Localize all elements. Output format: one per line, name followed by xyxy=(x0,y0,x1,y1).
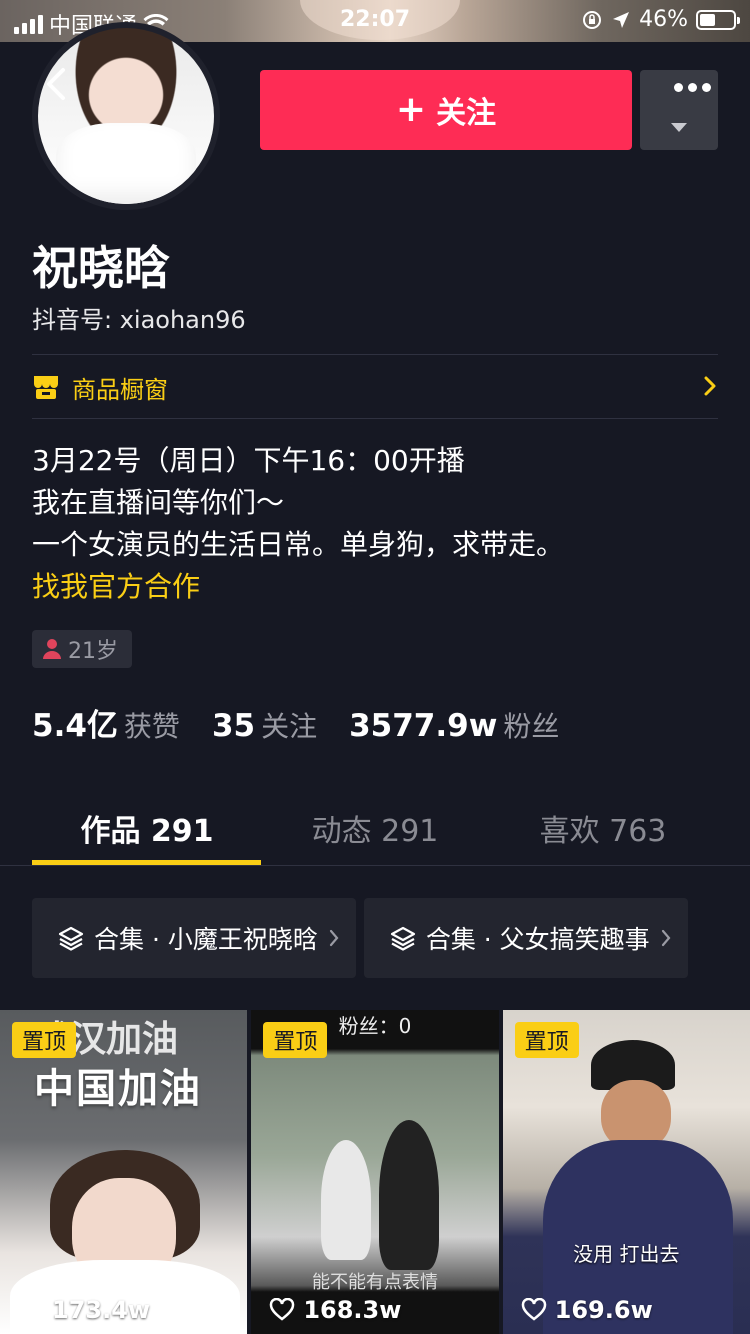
bio-line: 我在直播间等你们～ xyxy=(32,486,285,519)
heart-icon xyxy=(18,1298,44,1321)
stat-label: 关注 xyxy=(261,710,318,743)
likes-count: 168.3w xyxy=(303,1296,402,1324)
shop-window-row[interactable]: 商品橱窗 xyxy=(32,356,718,418)
pinned-badge: 置顶 xyxy=(514,1022,579,1058)
tab-works[interactable]: 作品 291 xyxy=(32,790,262,866)
more-options-button[interactable] xyxy=(662,62,722,112)
video-likes: 169.6w xyxy=(521,1296,653,1324)
stat-following[interactable]: 35 关注 xyxy=(212,705,317,745)
profile-name: 祝晓晗 xyxy=(32,241,170,295)
stat-followers[interactable]: 3577.9w 粉丝 xyxy=(349,705,559,745)
rotation-lock-icon xyxy=(583,10,602,29)
bio-line: 3月22号（周日）下午16：00开播 xyxy=(32,444,465,477)
content-tabs: 作品 291 动态 291 喜欢 763 xyxy=(0,790,750,866)
age-label: 21岁 xyxy=(68,639,118,664)
follow-label: 关注 xyxy=(436,96,497,131)
douyin-id: 抖音号: xiaohan96 xyxy=(32,306,246,334)
likes-count: 173.4w xyxy=(52,1296,151,1324)
divider xyxy=(32,418,718,419)
stat-value: 35 xyxy=(211,708,256,744)
tab-moments[interactable]: 动态 291 xyxy=(260,790,490,866)
stat-value: 3577.9w xyxy=(349,708,498,744)
stat-value: 5.4亿 xyxy=(32,708,118,744)
video-likes: 173.4w xyxy=(18,1296,150,1324)
collection-card[interactable]: 合集 · 父女搞笑趣事 xyxy=(363,898,688,978)
video-caption: 能不能有点表情 xyxy=(311,1272,438,1293)
follow-button[interactable]: + 关注 xyxy=(260,70,632,150)
bio-line: 一个女演员的生活日常。单身狗，求带走。 xyxy=(32,528,565,561)
chevron-right-icon xyxy=(704,376,716,396)
tab-liked[interactable]: 喜欢 763 xyxy=(488,790,718,866)
collection-label: 合集 · 父女搞笑趣事 xyxy=(425,925,650,954)
video-grid: 武汉加油 中国加油 置顶 173.4w 粉丝：0 能不能有点表情 置顶 168.… xyxy=(0,1010,750,1334)
video-likes: 168.3w xyxy=(269,1296,401,1324)
plus-icon: + xyxy=(395,89,427,130)
divider xyxy=(32,354,718,355)
pinned-badge: 置顶 xyxy=(263,1022,328,1058)
female-user-icon xyxy=(43,639,61,659)
business-contact-link[interactable]: 找我官方合作 xyxy=(32,566,564,608)
location-arrow-icon xyxy=(613,11,630,28)
age-tag: 21岁 xyxy=(32,630,132,668)
layers-icon xyxy=(390,926,415,951)
back-button[interactable] xyxy=(34,62,78,106)
chevron-left-icon xyxy=(47,68,65,100)
likes-count: 169.6w xyxy=(554,1296,653,1324)
caret-down-icon xyxy=(671,123,687,132)
collection-label: 合集 · 小魔王祝晓晗 xyxy=(94,925,318,954)
active-tab-indicator xyxy=(32,860,261,865)
layers-icon xyxy=(58,926,84,951)
stat-label: 粉丝 xyxy=(503,710,560,743)
stat-likes[interactable]: 5.4亿 获赞 xyxy=(32,700,180,745)
collection-card[interactable]: 合集 · 小魔王祝晓晗 xyxy=(32,898,356,978)
battery-icon xyxy=(696,9,740,30)
bio: 3月22号（周日）下午16：00开播 我在直播间等你们～ 一个女演员的生活日常。… xyxy=(32,440,564,608)
shop-window-label: 商品橱窗 xyxy=(72,375,168,404)
pinned-badge: 置顶 xyxy=(12,1022,77,1058)
video-thumbnail[interactable]: 武汉加油 中国加油 置顶 173.4w xyxy=(0,1010,248,1334)
heart-icon xyxy=(270,1298,295,1321)
chevron-right-icon xyxy=(661,929,671,947)
stat-label: 获赞 xyxy=(123,710,180,743)
collections-row: 合集 · 小魔王祝晓晗 合集 · 父女搞笑趣事 xyxy=(32,898,750,978)
chevron-right-icon xyxy=(329,929,339,947)
video-overlay-text: 中国加油 xyxy=(34,1065,202,1112)
profile-stats: 5.4亿 获赞 35 关注 3577.9w 粉丝 xyxy=(32,700,591,745)
avatar[interactable] xyxy=(32,22,220,210)
video-thumbnail[interactable]: 没用 打出去 置顶 169.6w xyxy=(502,1010,750,1334)
shop-icon xyxy=(34,376,58,399)
video-thumbnail[interactable]: 粉丝：0 能不能有点表情 置顶 168.3w xyxy=(251,1010,499,1334)
video-caption: 没用 打出去 xyxy=(573,1242,680,1266)
battery-percent: 46% xyxy=(639,7,688,32)
heart-icon xyxy=(521,1298,546,1321)
